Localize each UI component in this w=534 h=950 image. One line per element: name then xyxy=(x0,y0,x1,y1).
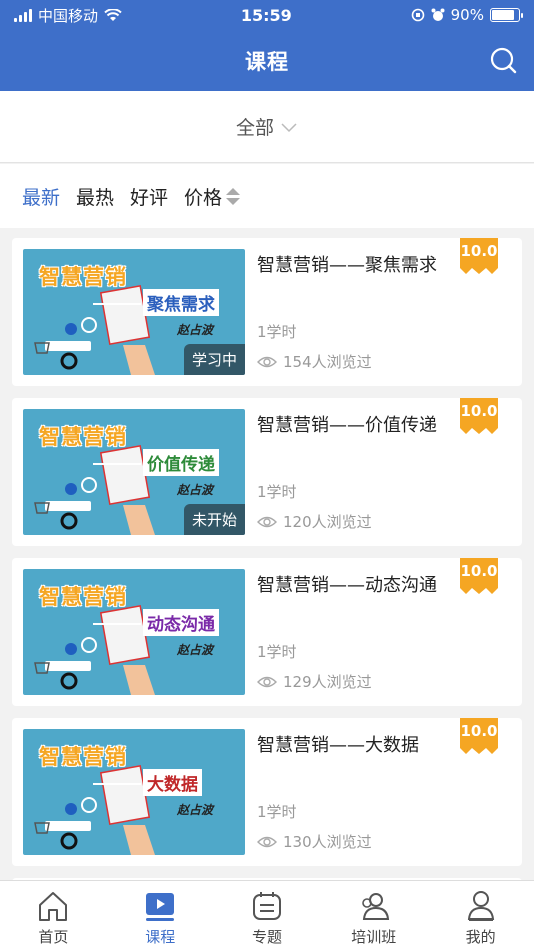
course-views: 129人浏览过 xyxy=(257,671,372,692)
divider xyxy=(93,783,141,785)
rotation-lock-icon xyxy=(411,8,424,22)
course-title[interactable]: 智慧营销——价值传递 xyxy=(257,412,447,439)
filter-label: 全部 xyxy=(235,117,274,139)
views-count: 154人浏览过 xyxy=(283,353,372,371)
score-value: 10.0 xyxy=(460,402,498,420)
tab-profile[interactable]: 我的 xyxy=(427,881,534,950)
tab-rating[interactable]: 好评 xyxy=(130,183,168,210)
navbar: 课程 xyxy=(0,30,534,91)
tab-price[interactable]: 价格 xyxy=(184,183,241,210)
course-card[interactable]: 智慧营销 价值传递 赵占波 未开始 智慧营销——价值传递 1学时 120人浏览过… xyxy=(12,398,522,546)
thumbnail-subtitle: 动态沟通 xyxy=(143,609,219,636)
thumbnail-subtitle: 大数据 xyxy=(143,769,202,796)
search-icon[interactable] xyxy=(488,45,518,75)
thumbnail-author: 赵占波 xyxy=(177,643,214,657)
score-badge: 10.0 xyxy=(460,558,498,594)
score-badge: 10.0 xyxy=(460,398,498,434)
eye-icon xyxy=(257,676,277,687)
carrier-label: 中国移动 xyxy=(38,6,99,25)
tab-profile-label: 我的 xyxy=(465,928,496,946)
views-count: 130人浏览过 xyxy=(283,833,372,851)
battery-percent: 90% xyxy=(450,6,484,24)
tab-newest[interactable]: 最新 xyxy=(22,183,60,210)
course-title[interactable]: 智慧营销——动态沟通 xyxy=(257,572,447,599)
thumbnail-author: 赵占波 xyxy=(177,323,214,337)
course-thumbnail: 智慧营销 聚焦需求 赵占波 学习中 xyxy=(23,249,245,375)
course-views: 154人浏览过 xyxy=(257,351,372,372)
score-value: 10.0 xyxy=(460,722,498,740)
tab-classes-label: 培训班 xyxy=(351,928,397,946)
tab-hottest[interactable]: 最热 xyxy=(76,183,114,210)
chevron-down-icon xyxy=(281,122,297,132)
thumbnail-title: 智慧营销 xyxy=(39,425,127,449)
class-icon xyxy=(361,893,389,920)
thumbnail-title: 智慧营销 xyxy=(39,265,127,289)
tab-courses-label: 课程 xyxy=(145,928,176,946)
bottom-tab-bar: 首页 课程 专题 培训班 我的 xyxy=(0,880,534,950)
tab-courses[interactable]: 课程 xyxy=(107,881,214,950)
course-hours: 1学时 xyxy=(257,323,297,341)
status-badge: 未开始 xyxy=(183,504,245,535)
page-title: 课程 xyxy=(245,49,289,74)
views-count: 120人浏览过 xyxy=(283,513,372,531)
score-value: 10.0 xyxy=(460,562,498,580)
thumbnail-title: 智慧营销 xyxy=(39,745,127,769)
tab-home[interactable]: 首页 xyxy=(0,881,107,950)
category-filter[interactable]: 全部 xyxy=(0,91,534,163)
score-badge: 10.0 xyxy=(460,718,498,754)
score-badge: 10.0 xyxy=(460,238,498,274)
course-card[interactable]: 智慧营销 动态沟通 赵占波 智慧营销——动态沟通 1学时 129人浏览过 10.… xyxy=(12,558,522,706)
course-play-icon xyxy=(146,893,175,921)
thumbnail-subtitle: 价值传递 xyxy=(143,449,219,476)
thumbnail-title: 智慧营销 xyxy=(39,585,127,609)
sort-arrows-icon xyxy=(226,187,241,205)
divider xyxy=(93,463,141,465)
eye-icon xyxy=(257,356,277,367)
thumbnail-author: 赵占波 xyxy=(177,483,214,497)
eye-icon xyxy=(257,836,277,847)
tab-home-label: 首页 xyxy=(38,928,69,946)
thumbnail-subtitle: 聚焦需求 xyxy=(143,289,219,316)
views-count: 129人浏览过 xyxy=(283,673,372,691)
topic-icon xyxy=(252,892,281,920)
tab-classes[interactable]: 培训班 xyxy=(320,881,427,950)
wifi-icon xyxy=(104,8,122,21)
course-title[interactable]: 智慧营销——大数据 xyxy=(257,732,447,759)
course-hours: 1学时 xyxy=(257,483,297,501)
sort-tabs: 最新 最热 好评 价格 xyxy=(0,164,534,228)
course-card[interactable]: 智慧营销 大数据 赵占波 智慧营销——大数据 1学时 130人浏览过 10.0 xyxy=(12,718,522,866)
alarm-icon xyxy=(431,8,445,21)
status-bar: 中国移动 15:59 90% xyxy=(0,0,534,30)
course-hours: 1学时 xyxy=(257,643,297,661)
course-card[interactable]: 智慧营销 聚焦需求 赵占波 学习中 智慧营销——聚焦需求 1学时 154人浏览过… xyxy=(12,238,522,386)
signal-icon xyxy=(14,8,32,22)
tab-topics[interactable]: 专题 xyxy=(214,881,321,950)
tab-price-label: 价格 xyxy=(184,186,223,209)
eye-icon xyxy=(257,516,277,527)
course-thumbnail: 智慧营销 大数据 赵占波 xyxy=(23,729,245,855)
battery-icon xyxy=(489,8,523,22)
thumbnail-author: 赵占波 xyxy=(177,803,214,817)
course-thumbnail: 智慧营销 价值传递 赵占波 未开始 xyxy=(23,409,245,535)
course-views: 120人浏览过 xyxy=(257,511,372,532)
course-title[interactable]: 智慧营销——聚焦需求 xyxy=(257,252,447,279)
header: 中国移动 15:59 90% 课程 xyxy=(0,0,534,91)
status-badge: 学习中 xyxy=(183,344,245,375)
divider xyxy=(93,303,141,305)
clock: 15:59 xyxy=(240,5,292,25)
course-views: 130人浏览过 xyxy=(257,831,372,852)
profile-icon xyxy=(467,891,494,921)
course-thumbnail: 智慧营销 动态沟通 赵占波 xyxy=(23,569,245,695)
score-value: 10.0 xyxy=(460,242,498,260)
course-hours: 1学时 xyxy=(257,803,297,821)
tab-topics-label: 专题 xyxy=(251,928,282,946)
home-icon xyxy=(39,892,68,921)
divider xyxy=(93,623,141,625)
